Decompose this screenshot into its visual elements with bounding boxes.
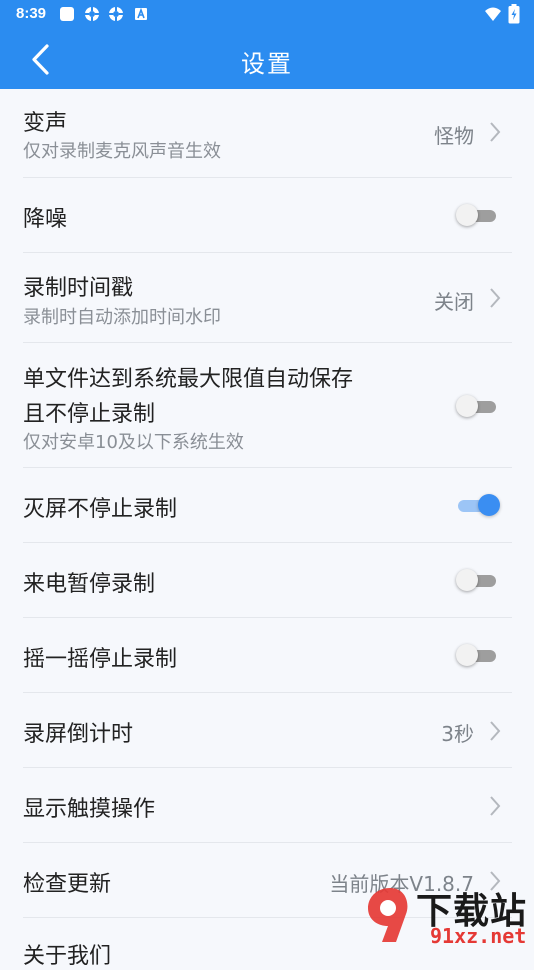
setting-value: 关闭 [434,290,474,314]
setting-noise-reduction[interactable]: 降噪 [0,178,534,253]
a-box-notification-icon [135,7,147,20]
setting-label: 显示触摸操作 [23,797,156,822]
setting-screen-off-record[interactable]: 灭屏不停止录制 [0,468,534,543]
chevron-right-icon [490,721,501,741]
setting-label-line2: 且不停止录制 [23,402,156,427]
chevron-right-icon [490,122,501,142]
call-pause-toggle[interactable] [456,568,500,592]
setting-description: 仅对录制麦克风声音生效 [23,141,221,162]
setting-label: 关于我们 [23,944,112,969]
chevron-right-icon [490,796,501,816]
settings-list: 变声 仅对录制麦克风声音生效 怪物 降噪 录制时间戳 录制时自动添加时间水印 关… [0,89,534,969]
setting-call-pause[interactable]: 来电暂停录制 [0,543,534,618]
gear-notification-icon [85,7,99,21]
status-time: 8:39 [16,5,47,22]
setting-shake-stop[interactable]: 摇一摇停止录制 [0,618,534,693]
setting-label: 变声 [23,111,68,136]
battery-charging-icon [508,4,520,24]
setting-countdown[interactable]: 录屏倒计时 3秒 [0,693,534,768]
setting-label: 检查更新 [23,872,112,897]
chevron-right-icon [490,288,501,308]
square-notification-icon [60,7,74,21]
setting-label: 摇一摇停止录制 [23,647,178,672]
setting-label: 录屏倒计时 [23,722,134,747]
setting-voice-change[interactable]: 变声 仅对录制麦克风声音生效 怪物 [0,89,534,178]
setting-value: 怪物 [434,124,474,148]
brand-logo-icon [368,888,408,942]
shake-stop-toggle[interactable] [456,643,500,667]
app-header: 设置 [0,30,534,89]
setting-label: 降噪 [23,207,68,232]
gear-notification-icon [109,7,123,21]
setting-label: 单文件达到系统最大限值自动保存 [23,367,354,392]
setting-timestamp[interactable]: 录制时间戳 录制时自动添加时间水印 关闭 [0,253,534,343]
screen-off-record-toggle[interactable] [456,493,500,517]
wifi-icon [485,7,501,21]
setting-label: 灭屏不停止录制 [23,497,178,522]
setting-auto-save[interactable]: 单文件达到系统最大限值自动保存 且不停止录制 仅对安卓10及以下系统生效 [0,343,534,468]
setting-value: 3秒 [441,722,474,746]
page-title: 设置 [241,50,293,78]
setting-description: 录制时自动添加时间水印 [23,307,221,328]
watermark-site: 91xz.net [430,924,527,948]
setting-label: 录制时间戳 [23,276,134,301]
setting-show-touches[interactable]: 显示触摸操作 [0,768,534,843]
setting-description: 仅对安卓10及以下系统生效 [23,432,244,453]
site-watermark: 下载站 91xz.net [358,880,534,950]
status-bar: 8:39 [0,0,534,30]
auto-save-toggle[interactable] [456,394,500,418]
noise-reduction-toggle[interactable] [456,203,500,227]
setting-label: 来电暂停录制 [23,572,156,597]
